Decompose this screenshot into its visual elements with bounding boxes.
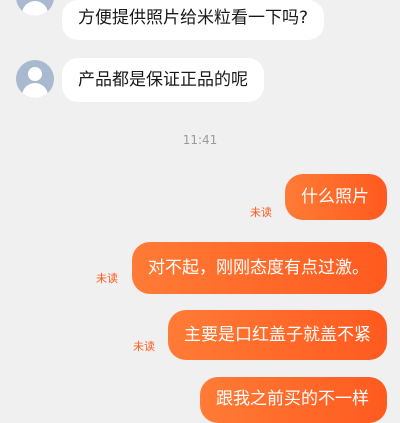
contact-avatar[interactable] bbox=[16, 60, 54, 98]
contact-avatar[interactable] bbox=[16, 0, 54, 16]
message-text: 跟我之前买的不一样 bbox=[216, 389, 369, 409]
message-bubble-incoming[interactable]: 方便提供照片给米粒看一下吗? bbox=[62, 0, 325, 40]
message-bubble-outgoing[interactable]: 跟我之前买的不一样 bbox=[200, 377, 387, 423]
message-bubble-outgoing[interactable]: 对不起，刚刚态度有点过激。 bbox=[132, 242, 387, 294]
unread-status: 未读 bbox=[250, 206, 272, 219]
avatar-head-shape bbox=[28, 67, 42, 81]
avatar-body-shape bbox=[22, 1, 48, 16]
message-bubble-incoming[interactable]: 产品都是保证正品的呢 bbox=[62, 58, 264, 102]
message-text: 产品都是保证正品的呢 bbox=[78, 70, 248, 90]
message-timestamp: 11:41 bbox=[182, 133, 218, 147]
unread-status: 未读 bbox=[133, 340, 155, 353]
unread-status: 未读 bbox=[96, 272, 118, 285]
message-text: 什么照片 bbox=[301, 187, 369, 207]
message-bubble-outgoing[interactable]: 什么照片 bbox=[285, 174, 387, 220]
message-text: 方便提供照片给米粒看一下吗? bbox=[78, 8, 309, 28]
avatar-body-shape bbox=[22, 83, 48, 98]
message-bubble-outgoing[interactable]: 主要是口红盖子就盖不紧 bbox=[168, 310, 387, 360]
message-text: 主要是口红盖子就盖不紧 bbox=[184, 325, 371, 345]
message-text: 对不起，刚刚态度有点过激。 bbox=[148, 258, 369, 278]
